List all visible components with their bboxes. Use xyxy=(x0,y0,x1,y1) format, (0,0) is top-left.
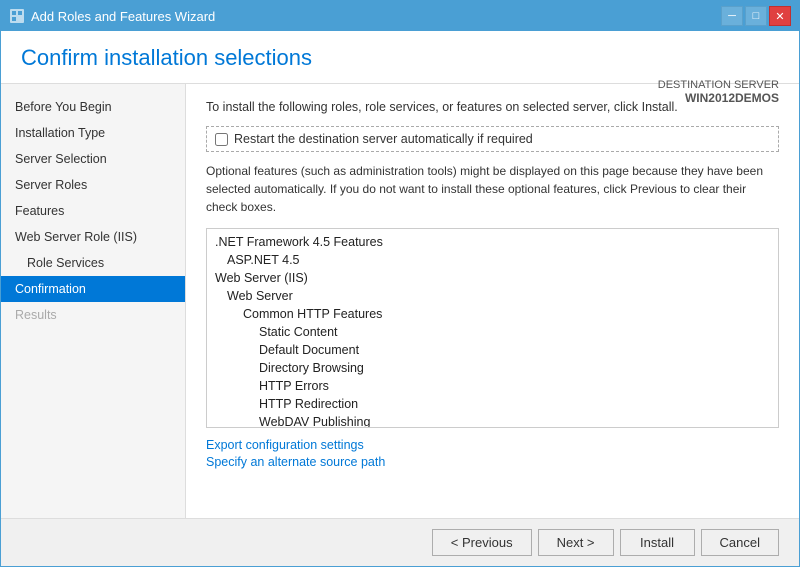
sidebar: Before You BeginInstallation TypeServer … xyxy=(1,84,186,518)
wizard-icon xyxy=(9,8,25,24)
links-section: Export configuration settings Specify an … xyxy=(206,438,779,469)
next-button[interactable]: Next > xyxy=(538,529,614,556)
feature-item: Static Content xyxy=(207,323,778,341)
wizard-window: Add Roles and Features Wizard ─ □ ✕ Conf… xyxy=(0,0,800,567)
sidebar-item-confirmation[interactable]: Confirmation xyxy=(1,276,185,302)
intro-text: To install the following roles, role ser… xyxy=(206,100,779,114)
feature-item: Common HTTP Features xyxy=(207,305,778,323)
feature-item: WebDAV Publishing xyxy=(207,413,778,428)
restore-button[interactable]: □ xyxy=(745,6,767,26)
close-button[interactable]: ✕ xyxy=(769,6,791,26)
feature-item: HTTP Errors xyxy=(207,377,778,395)
feature-item: ASP.NET 4.5 xyxy=(207,251,778,269)
sidebar-item-before-you-begin[interactable]: Before You Begin xyxy=(1,94,185,120)
window-title: Add Roles and Features Wizard xyxy=(31,9,215,24)
main-content: Before You BeginInstallation TypeServer … xyxy=(1,84,799,518)
sidebar-item-server-roles[interactable]: Server Roles xyxy=(1,172,185,198)
features-list[interactable]: .NET Framework 4.5 FeaturesASP.NET 4.5We… xyxy=(206,228,779,428)
window-controls: ─ □ ✕ xyxy=(721,6,791,26)
sidebar-item-web-server-role-iis[interactable]: Web Server Role (IIS) xyxy=(1,224,185,250)
feature-item: HTTP Redirection xyxy=(207,395,778,413)
restart-checkbox[interactable] xyxy=(215,133,228,146)
title-bar-left: Add Roles and Features Wizard xyxy=(9,8,215,24)
install-button[interactable]: Install xyxy=(620,529,695,556)
feature-item: Default Document xyxy=(207,341,778,359)
sidebar-item-features[interactable]: Features xyxy=(1,198,185,224)
page-title: Confirm installation selections xyxy=(21,45,779,71)
feature-item: Directory Browsing xyxy=(207,359,778,377)
feature-item: Web Server xyxy=(207,287,778,305)
minimize-button[interactable]: ─ xyxy=(721,6,743,26)
previous-button[interactable]: < Previous xyxy=(432,529,532,556)
title-bar: Add Roles and Features Wizard ─ □ ✕ xyxy=(1,1,799,31)
restart-checkbox-label: Restart the destination server automatic… xyxy=(234,132,533,146)
content-area: To install the following roles, role ser… xyxy=(186,84,799,518)
wizard-footer: < Previous Next > Install Cancel xyxy=(1,518,799,566)
feature-item: .NET Framework 4.5 Features xyxy=(207,233,778,251)
sidebar-item-server-selection[interactable]: Server Selection xyxy=(1,146,185,172)
sidebar-item-results: Results xyxy=(1,302,185,328)
restart-checkbox-row: Restart the destination server automatic… xyxy=(206,126,779,152)
sidebar-item-role-services[interactable]: Role Services xyxy=(1,250,185,276)
feature-item: Web Server (IIS) xyxy=(207,269,778,287)
cancel-button[interactable]: Cancel xyxy=(701,529,779,556)
optional-note: Optional features (such as administratio… xyxy=(206,162,779,216)
config-link[interactable]: Specify an alternate source path xyxy=(206,455,779,469)
wizard-header: Confirm installation selections DESTINAT… xyxy=(1,31,799,84)
config-link[interactable]: Export configuration settings xyxy=(206,438,779,452)
sidebar-item-installation-type[interactable]: Installation Type xyxy=(1,120,185,146)
